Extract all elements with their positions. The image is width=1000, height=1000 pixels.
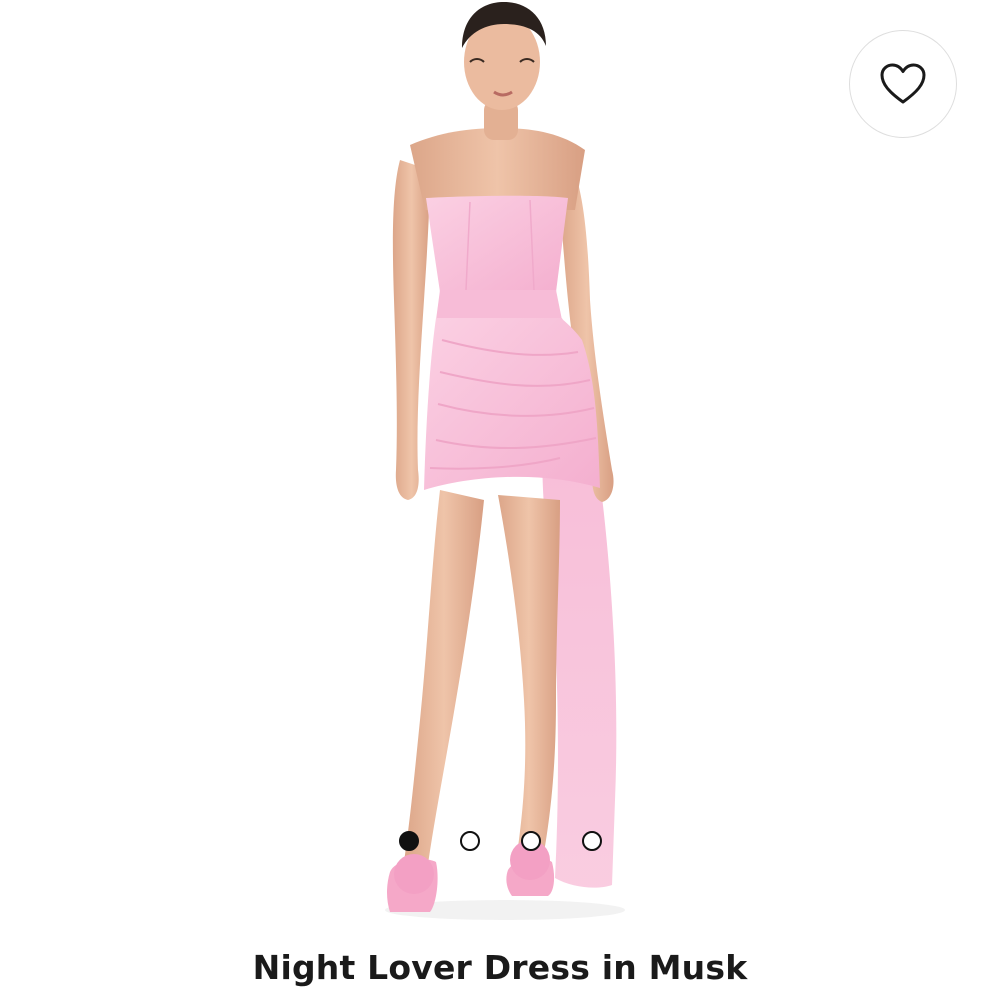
- carousel-pagination: [0, 831, 1000, 853]
- product-image[interactable]: [0, 0, 1000, 940]
- carousel-dot[interactable]: [521, 831, 541, 851]
- product-page: Night Lover Dress in Musk: [0, 0, 1000, 1000]
- favorite-button[interactable]: [849, 30, 957, 138]
- carousel-dot[interactable]: [582, 831, 602, 851]
- heart-outline-icon: [880, 63, 926, 104]
- product-title: Night Lover Dress in Musk: [252, 948, 748, 987]
- carousel-dot[interactable]: [399, 831, 419, 851]
- carousel-dot[interactable]: [460, 831, 480, 851]
- model-photo: [385, 2, 625, 920]
